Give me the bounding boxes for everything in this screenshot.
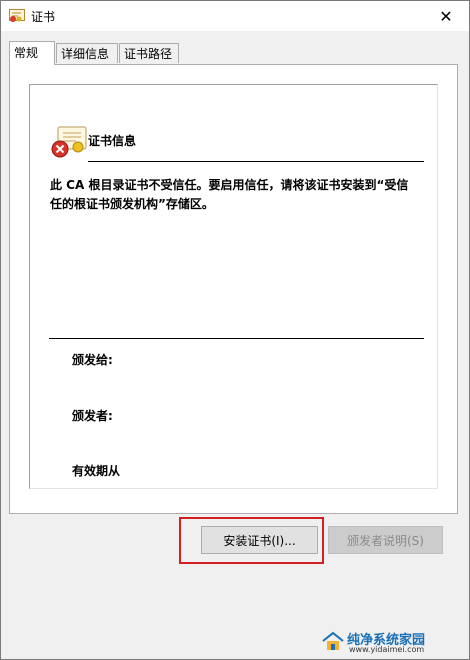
tab-certification-path[interactable]: 证书路径: [119, 43, 179, 63]
watermark-url: www.yidaimei.com: [349, 645, 425, 654]
window-title: 证书: [31, 10, 56, 24]
tab-general[interactable]: 常规: [9, 41, 55, 65]
tab-details[interactable]: 详细信息: [56, 43, 118, 63]
watermark: 纯净系统家园 www.yidaimei.com: [321, 629, 461, 654]
trust-warning-line-2: 任的根证书颁发机构”存储区。: [50, 197, 214, 211]
trust-warning-line-1: 此 CA 根目录证书不受信任。要启用信任，请将该证书安装到“受信: [50, 178, 409, 192]
certificate-dialog: 证书 ✕ 常规 详细信息 证书路径 证书信息 此 CA 根目录证书不受信任。要启…: [0, 0, 470, 660]
certificate-info-heading: 证书信息: [88, 134, 137, 148]
general-tab-panel: 证书信息 此 CA 根目录证书不受信任。要启用信任，请将该证书安装到“受信 任的…: [9, 64, 458, 514]
trust-warning-text: 此 CA 根目录证书不受信任。要启用信任，请将该证书安装到“受信 任的根证书颁发…: [50, 176, 422, 214]
issued-to-label: 颁发给:: [72, 353, 113, 367]
tab-general-label: 常规: [14, 46, 39, 60]
tab-details-label: 详细信息: [61, 47, 110, 61]
house-logo-icon: [322, 631, 344, 650]
certificate-icon: [9, 9, 25, 22]
install-certificate-button[interactable]: 安装证书(I)...: [201, 526, 318, 554]
close-button[interactable]: ✕: [423, 1, 469, 31]
title-bar: 证书 ✕: [1, 1, 469, 31]
tab-certification-path-label: 证书路径: [124, 47, 173, 61]
issued-by-label: 颁发者:: [72, 409, 113, 423]
certificate-info-box: 证书信息 此 CA 根目录证书不受信任。要启用信任，请将该证书安装到“受信 任的…: [29, 84, 438, 489]
close-icon: ✕: [439, 6, 453, 26]
valid-from-label: 有效期从: [72, 464, 121, 478]
certificate-error-icon: [51, 126, 87, 158]
details-divider: [49, 338, 424, 339]
heading-divider: [88, 161, 424, 162]
issuer-statement-button[interactable]: 颁发者说明(S): [328, 526, 443, 554]
